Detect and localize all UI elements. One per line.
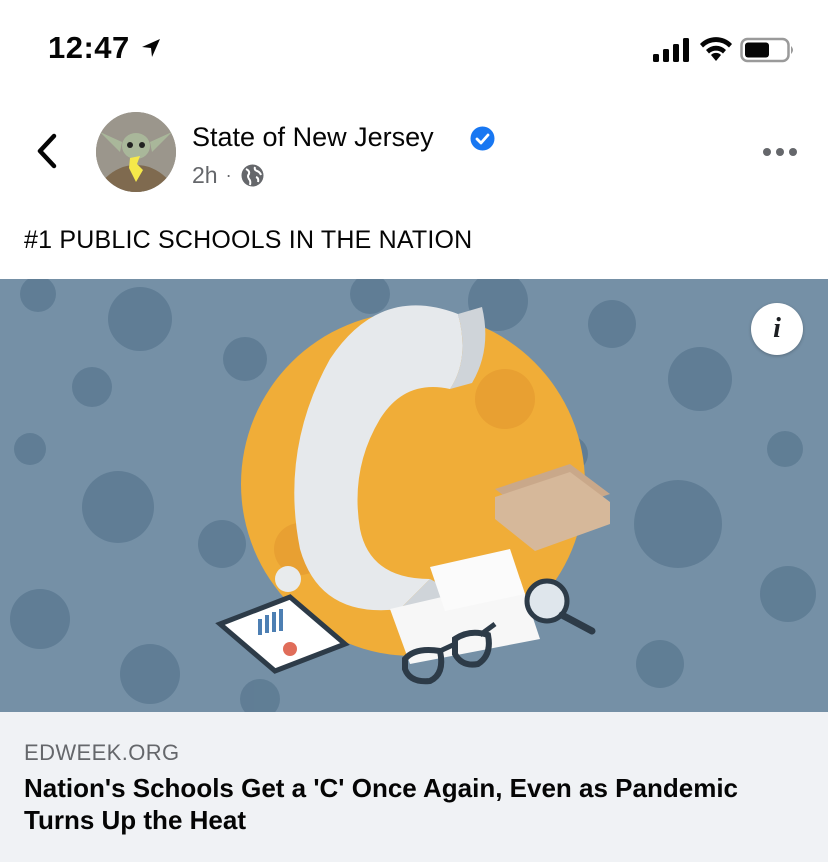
wifi-icon	[700, 37, 732, 61]
info-icon: i	[773, 313, 781, 344]
meta-separator: ·	[225, 165, 232, 185]
cellular-signal-icon	[653, 38, 689, 62]
post-timestamp[interactable]: 2h	[192, 162, 218, 189]
post-meta: 2h ·	[192, 162, 265, 189]
link-domain: EDWEEK.ORG	[24, 740, 180, 765]
report-card-c-illustration	[0, 279, 828, 712]
battery-icon	[740, 37, 793, 63]
author-avatar[interactable]	[96, 112, 176, 192]
status-bar: 12:47	[0, 0, 828, 98]
post-text: #1 PUBLIC SCHOOLS IN THE NATION	[24, 226, 473, 254]
author-name[interactable]: State of New Jersey	[192, 122, 434, 153]
location-arrow-icon	[142, 39, 160, 57]
info-button[interactable]: i	[751, 303, 803, 355]
status-time: 12:47	[48, 30, 130, 65]
link-headline[interactable]: Nation's Schools Get a 'C' Once Again, E…	[24, 772, 814, 836]
verified-badge-icon	[470, 126, 495, 151]
baby-yoda-nj-avatar-image	[96, 112, 176, 192]
more-options-icon[interactable]	[760, 140, 800, 164]
back-chevron-icon[interactable]	[28, 128, 68, 174]
globe-icon	[241, 164, 264, 187]
link-preview-image[interactable]	[0, 279, 828, 712]
